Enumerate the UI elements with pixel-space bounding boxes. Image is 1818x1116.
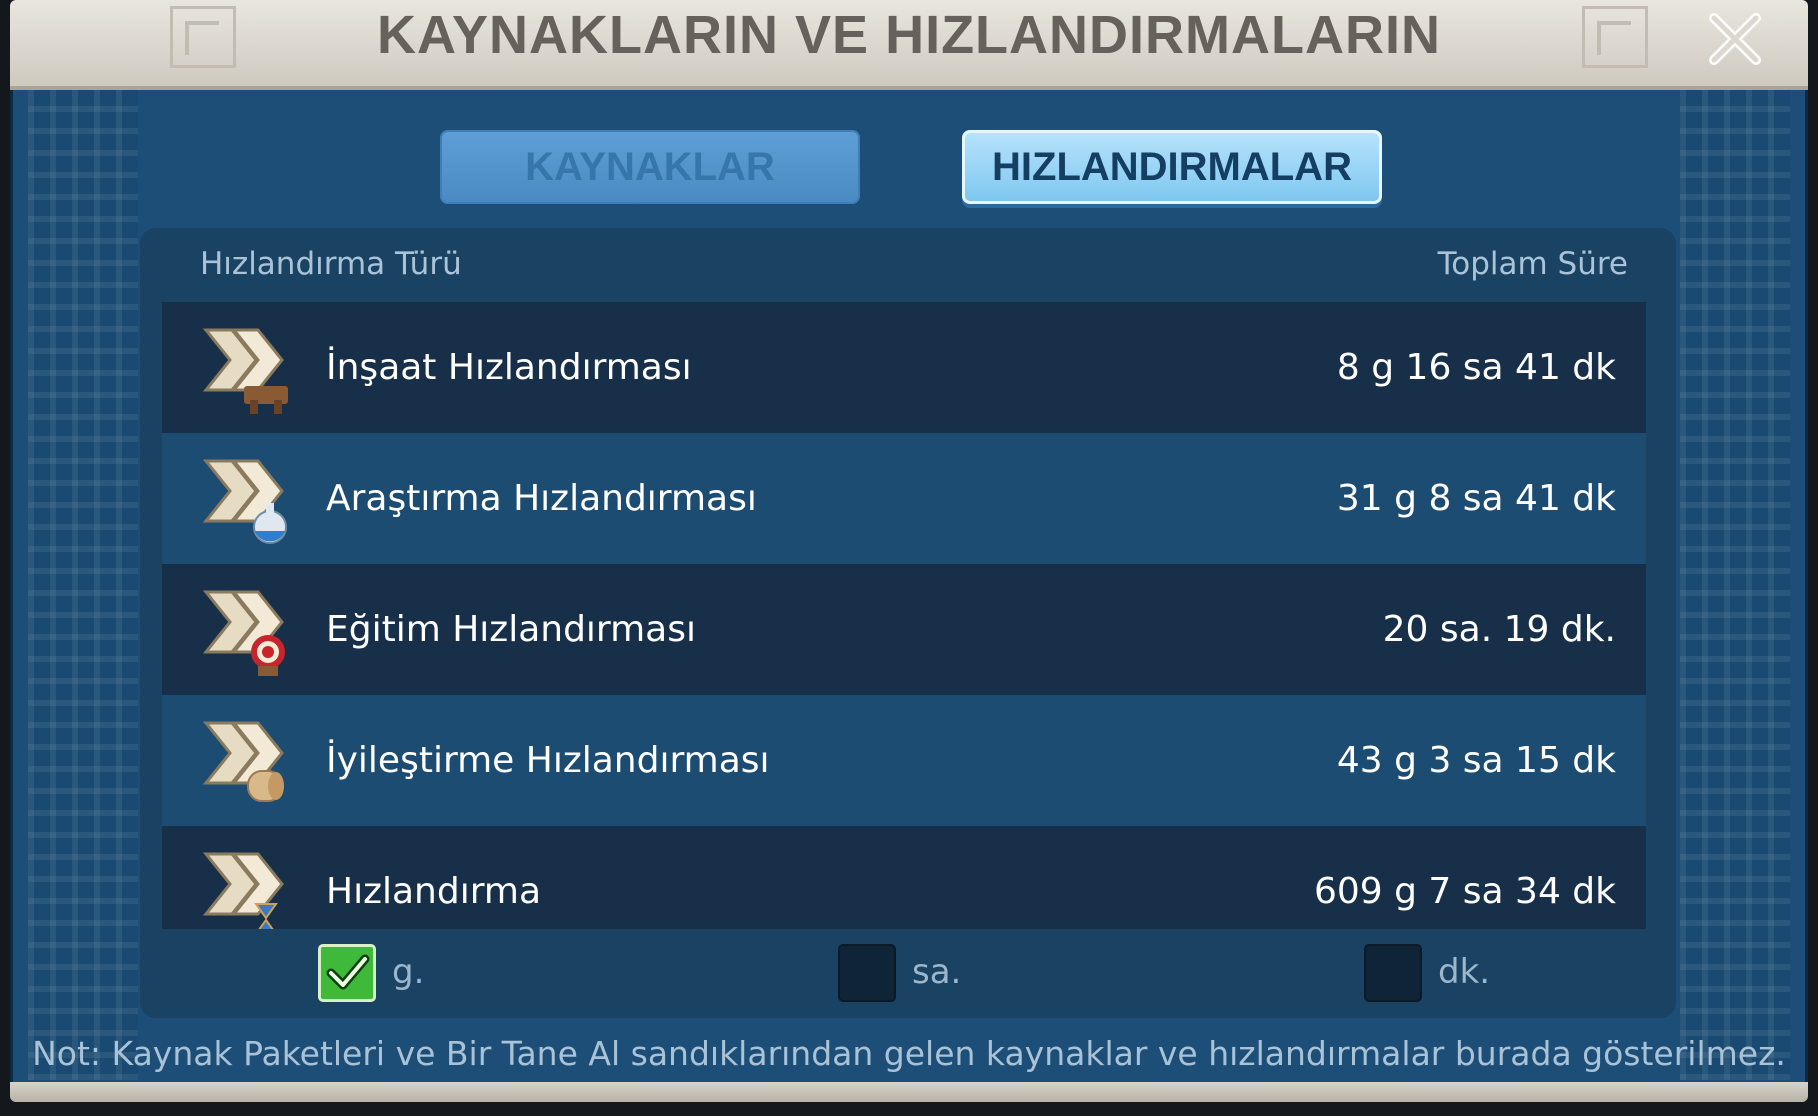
speedups-dialog: KAYNAKLARIN VE HIZLANDIRMALARIN KAYNAKLA…	[10, 0, 1808, 1102]
training-speedup-icon	[202, 590, 285, 676]
construction-speedup-icon	[202, 328, 288, 414]
filter-minutes[interactable]: dk.	[1364, 942, 1524, 1002]
universal-speedup-icon	[202, 852, 284, 929]
days-label: g.	[392, 952, 425, 992]
days-checkbox[interactable]	[318, 944, 376, 1002]
right-border-pattern	[1680, 90, 1790, 1080]
row-label: Eğitim Hızlandırması	[326, 609, 696, 650]
tab-resources[interactable]: KAYNAKLAR	[440, 130, 860, 204]
row-value: 8 g 16 sa 41 dk	[1336, 347, 1616, 388]
row-value: 31 g 8 sa 41 dk	[1336, 478, 1616, 519]
table-row: İyileştirme Hızlandırması 43 g 3 sa 15 d…	[162, 695, 1646, 826]
hours-label: sa.	[912, 952, 962, 992]
close-button[interactable]	[1700, 4, 1770, 74]
speedups-list[interactable]: İnşaat Hızlandırması 8 g 16 sa 41 dk Ara…	[162, 302, 1646, 929]
minutes-checkbox[interactable]	[1364, 944, 1422, 1002]
time-unit-filters: g. sa. dk.	[140, 942, 1676, 1002]
table-row: Hızlandırma 609 g 7 sa 34 dk	[162, 826, 1646, 929]
table-row: Eğitim Hızlandırması 20 sa. 19 dk.	[162, 564, 1646, 695]
row-value: 20 sa. 19 dk.	[1382, 609, 1616, 650]
dialog-bottom-bar	[10, 1082, 1808, 1102]
dialog-title: KAYNAKLARIN VE HIZLANDIRMALARIN	[377, 5, 1441, 65]
checkmark-icon	[326, 954, 370, 990]
minutes-label: dk.	[1438, 952, 1491, 992]
row-value: 609 g 7 sa 34 dk	[1313, 871, 1616, 912]
table-row: Araştırma Hızlandırması 31 g 8 sa 41 dk	[162, 433, 1646, 564]
healing-speedup-icon	[202, 721, 284, 802]
table-row: İnşaat Hızlandırması 8 g 16 sa 41 dk	[162, 302, 1646, 433]
row-label: İyileştirme Hızlandırması	[326, 740, 770, 781]
dialog-header: KAYNAKLARIN VE HIZLANDIRMALARIN	[10, 0, 1808, 90]
close-icon	[1709, 13, 1761, 65]
row-label: Araştırma Hızlandırması	[326, 478, 757, 519]
row-label: Hızlandırma	[326, 871, 541, 912]
left-border-pattern	[28, 90, 138, 1080]
filter-days[interactable]: g.	[318, 942, 458, 1002]
row-value: 43 g 3 sa 15 dk	[1336, 740, 1616, 781]
column-header-type: Hızlandırma Türü	[200, 246, 462, 282]
row-label: İnşaat Hızlandırması	[326, 347, 692, 388]
research-speedup-icon	[202, 459, 287, 544]
speedups-table: Hızlandırma Türü Toplam Süre İnşaat Hızl…	[140, 228, 1676, 1018]
footer-note: Not: Kaynak Paketleri ve Bir Tane Al san…	[32, 1034, 1786, 1073]
filter-hours[interactable]: sa.	[838, 942, 998, 1002]
hours-checkbox[interactable]	[838, 944, 896, 1002]
tab-speedups[interactable]: HIZLANDIRMALAR	[962, 130, 1382, 204]
column-header-total: Toplam Süre	[1437, 246, 1628, 282]
